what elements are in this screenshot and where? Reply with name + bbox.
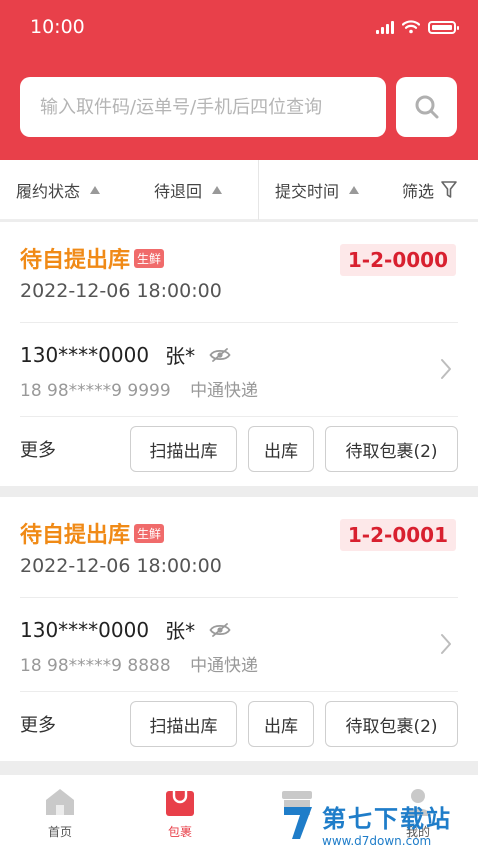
funnel-icon <box>441 180 457 198</box>
more-link[interactable]: 更多 <box>20 436 56 462</box>
filter-label: 提交时间 <box>275 181 340 201</box>
recipient-phone: 130****0000 <box>20 342 150 367</box>
filter-screen[interactable]: 筛选 <box>402 160 458 219</box>
shelf-code: 1-2-0001 <box>339 519 456 551</box>
order-status: 待自提出库 生鲜 <box>20 242 165 274</box>
pending-packages-button[interactable]: 待取包裹(2) <box>325 701 458 747</box>
sort-up-icon <box>212 185 223 194</box>
shelf-code: 1-2-0000 <box>339 244 456 276</box>
tab-label: 包裹 <box>167 825 192 839</box>
system-icons <box>376 20 459 34</box>
search-button[interactable] <box>396 77 457 137</box>
order-status-text: 待自提出库 <box>20 248 131 273</box>
sort-up-icon <box>349 185 360 194</box>
tab-packages[interactable]: 包裹 <box>140 787 220 840</box>
filter-label: 筛选 <box>402 181 435 201</box>
signal-icon <box>376 20 394 34</box>
wifi-icon <box>402 20 420 34</box>
order-status-text: 待自提出库 <box>20 523 131 548</box>
search-input[interactable] <box>40 96 386 118</box>
status-bar: 10:00 <box>0 0 478 56</box>
filter-label: 履约状态 <box>16 181 81 201</box>
tracking-line: 18 98*****9 8888 中通快递 <box>20 651 258 676</box>
home-icon <box>46 789 74 815</box>
fresh-tag: 生鲜 <box>134 248 165 268</box>
recipient-phone: 130****0000 <box>20 617 150 642</box>
recipient-line: 130****0000 张* <box>20 615 231 644</box>
filter-fulfillment-status[interactable]: 履约状态 <box>16 160 101 219</box>
watermark-logo-icon <box>284 807 312 839</box>
order-datetime: 2022-12-06 18:00:00 <box>20 555 222 577</box>
scan-out-button[interactable]: 扫描出库 <box>130 426 237 472</box>
recipient-line: 130****0000 张* <box>20 340 231 369</box>
chevron-right-icon[interactable] <box>440 633 452 655</box>
battery-icon <box>428 20 459 34</box>
divider <box>20 691 458 692</box>
recipient-name: 张* <box>165 619 196 643</box>
status-time: 10:00 <box>30 16 85 38</box>
search-icon <box>415 95 438 119</box>
scan-out-button[interactable]: 扫描出库 <box>130 701 237 747</box>
sort-up-icon <box>90 185 101 194</box>
tracking-number: 18 98*****9 9999 <box>20 381 171 401</box>
more-link[interactable]: 更多 <box>20 711 56 737</box>
out-button[interactable]: 出库 <box>248 426 314 472</box>
header-background: 10:00 <box>0 0 478 160</box>
pending-packages-button[interactable]: 待取包裹(2) <box>325 426 458 472</box>
order-datetime: 2022-12-06 18:00:00 <box>20 280 222 302</box>
tracking-number: 18 98*****9 8888 <box>20 656 171 676</box>
order-card[interactable]: 待自提出库 生鲜 1-2-0001 2022-12-06 18:00:00 13… <box>0 497 478 761</box>
order-card[interactable]: 待自提出库 生鲜 1-2-0000 2022-12-06 18:00:00 13… <box>0 222 478 486</box>
out-button[interactable]: 出库 <box>248 701 314 747</box>
divider <box>20 597 458 598</box>
chevron-right-icon[interactable] <box>440 358 452 380</box>
filter-bar: 履约状态 待退回 提交时间 筛选 <box>0 160 478 220</box>
tracking-line: 18 98*****9 9999 中通快递 <box>20 376 258 401</box>
tab-label: 首页 <box>47 825 72 839</box>
tab-home[interactable]: 首页 <box>20 787 100 840</box>
filter-submit-time[interactable]: 提交时间 <box>275 160 360 219</box>
carrier-name: 中通快递 <box>190 656 259 676</box>
divider <box>20 322 458 323</box>
watermark-title: 第七下载站 <box>322 804 452 833</box>
bag-icon <box>166 791 194 816</box>
filter-divider <box>258 160 259 220</box>
carrier-name: 中通快递 <box>190 381 259 401</box>
fresh-tag: 生鲜 <box>134 523 165 543</box>
recipient-name: 张* <box>165 344 196 368</box>
search-box[interactable] <box>20 77 386 137</box>
watermark-url: www.d7down.com <box>322 833 432 848</box>
divider <box>20 416 458 417</box>
filter-pending-return[interactable]: 待退回 <box>154 160 223 219</box>
filter-label: 待退回 <box>154 181 203 201</box>
watermark: 第七下载站 www.d7down.com <box>280 796 470 850</box>
order-status: 待自提出库 生鲜 <box>20 517 165 549</box>
eye-off-icon[interactable] <box>209 347 231 363</box>
eye-off-icon[interactable] <box>209 622 231 638</box>
